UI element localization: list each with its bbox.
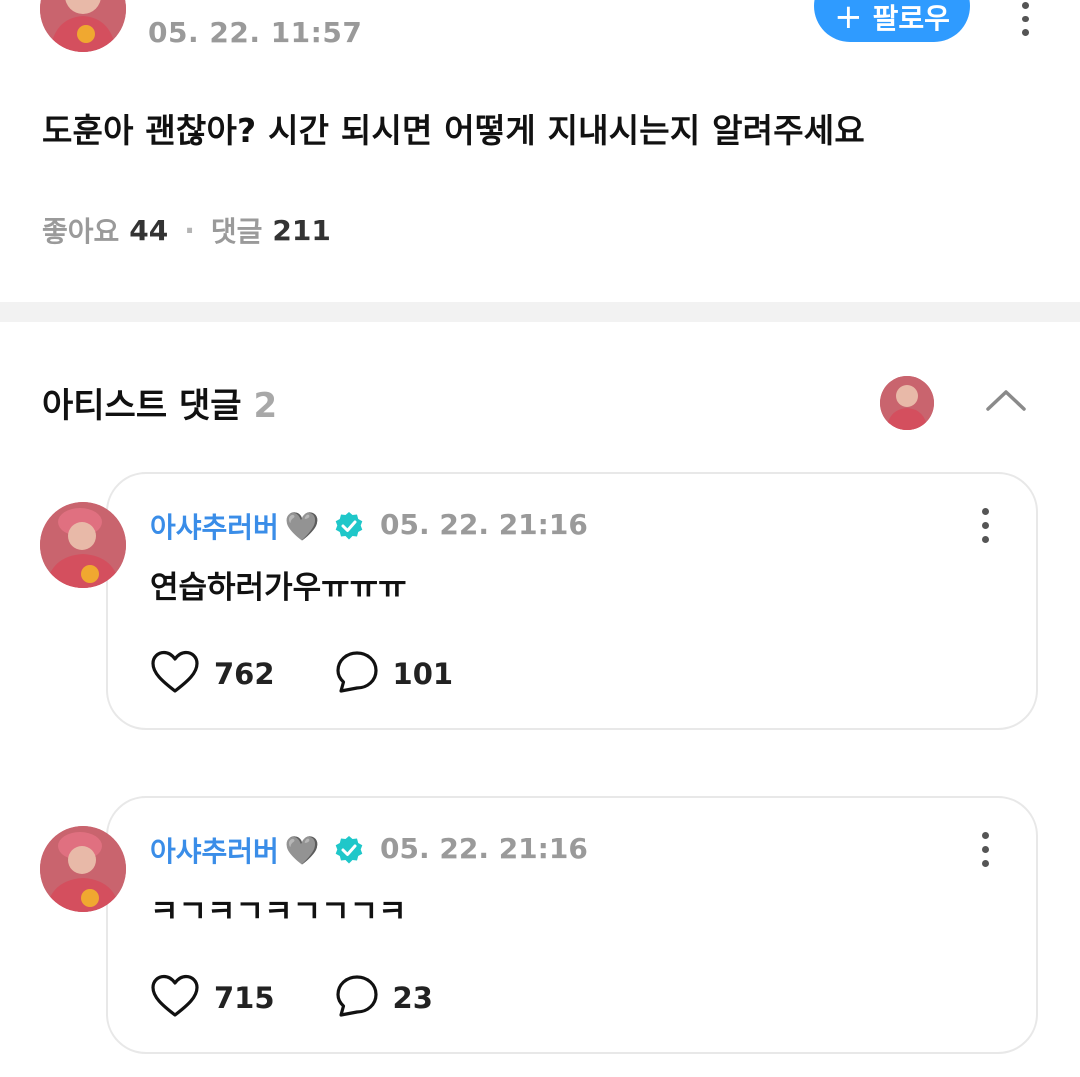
artist-comment: 아샤추러버 🩶 05. 22. 21:16 연습하러가우ㅠㅠㅠ 762 101: [0, 472, 1080, 732]
post-more-icon[interactable]: [1008, 2, 1042, 37]
comments-label[interactable]: 댓글: [211, 210, 263, 250]
artist-comment: 아샤추러버 🩶 05. 22. 21:16 ㅋㄱㅋㄱㅋㄱㄱㄱㅋ 715 23: [0, 796, 1080, 1056]
like-count: 715: [214, 981, 275, 1015]
chevron-up-icon[interactable]: [980, 378, 1032, 422]
comments-count[interactable]: 211: [272, 214, 330, 247]
like-button[interactable]: 715: [150, 974, 275, 1022]
likes-label: 좋아요: [42, 215, 120, 248]
comment-card[interactable]: 아샤추러버 🩶 05. 22. 21:16 연습하러가우ㅠㅠㅠ 762 101: [106, 472, 1038, 730]
like-button[interactable]: 762: [150, 650, 275, 698]
post-timestamp: 05. 22. 11:57: [148, 16, 363, 49]
stats-separator: ·: [184, 213, 195, 247]
post-stats: 좋아요 44 · 댓글 211: [42, 210, 331, 250]
grey-heart-emoji: 🩶: [284, 833, 320, 867]
comment-author-name: 아샤추러버: [150, 511, 279, 544]
artist-comments-title: 아티스트 댓글: [42, 386, 242, 426]
follow-button[interactable]: + 팔로우: [814, 0, 970, 42]
comment-author-avatar[interactable]: [40, 826, 126, 912]
reply-button[interactable]: 23: [335, 974, 433, 1022]
verified-badge-icon: [334, 835, 364, 865]
grey-heart-emoji: 🩶: [284, 509, 320, 543]
comment-actions: 762 101: [150, 650, 513, 698]
comment-author[interactable]: 아샤추러버 🩶: [150, 830, 364, 870]
plus-icon: +: [834, 0, 863, 37]
post-author-avatar[interactable]: [40, 0, 126, 52]
like-count: 762: [214, 657, 275, 691]
speech-bubble-icon: [335, 974, 379, 1022]
comment-more-icon[interactable]: [970, 508, 1000, 543]
follow-label: 팔로우: [872, 2, 950, 35]
section-divider: [0, 302, 1080, 322]
comment-timestamp: 05. 22. 21:16: [380, 832, 588, 865]
likes-count: 44: [129, 213, 169, 247]
reply-count: 23: [392, 981, 433, 1015]
heart-outline-icon: [150, 974, 200, 1022]
comment-more-icon[interactable]: [970, 832, 1000, 867]
comment-text: ㅋㄱㅋㄱㅋㄱㄱㄱㅋ: [150, 894, 407, 930]
comment-text: 연습하러가우ㅠㅠㅠ: [150, 570, 407, 606]
post-page: 05. 22. 11:57 + 팔로우 도훈아 괜찮아? 시간 되시면 어떻게 …: [0, 0, 1080, 1077]
comment-author-avatar[interactable]: [40, 502, 126, 588]
speech-bubble-icon: [335, 650, 379, 698]
comment-author-name: 아샤추러버: [150, 835, 279, 868]
verified-badge-icon: [334, 511, 364, 541]
comment-card[interactable]: 아샤추러버 🩶 05. 22. 21:16 ㅋㄱㅋㄱㅋㄱㄱㄱㅋ 715 23: [106, 796, 1038, 1054]
artist-avatar: [880, 376, 934, 430]
comment-actions: 715 23: [150, 974, 493, 1022]
artist-comments-count: 2: [253, 386, 278, 426]
reply-button[interactable]: 101: [335, 650, 454, 698]
post-body-text: 도훈아 괜찮아? 시간 되시면 어떻게 지내시는지 알려주세요: [42, 111, 865, 150]
reply-count: 101: [392, 657, 454, 691]
comment-timestamp: 05. 22. 21:16: [380, 508, 588, 541]
artist-comments-header: 아티스트 댓글 2: [42, 378, 277, 427]
comment-author[interactable]: 아샤추러버 🩶: [150, 506, 364, 546]
heart-outline-icon: [150, 650, 200, 698]
